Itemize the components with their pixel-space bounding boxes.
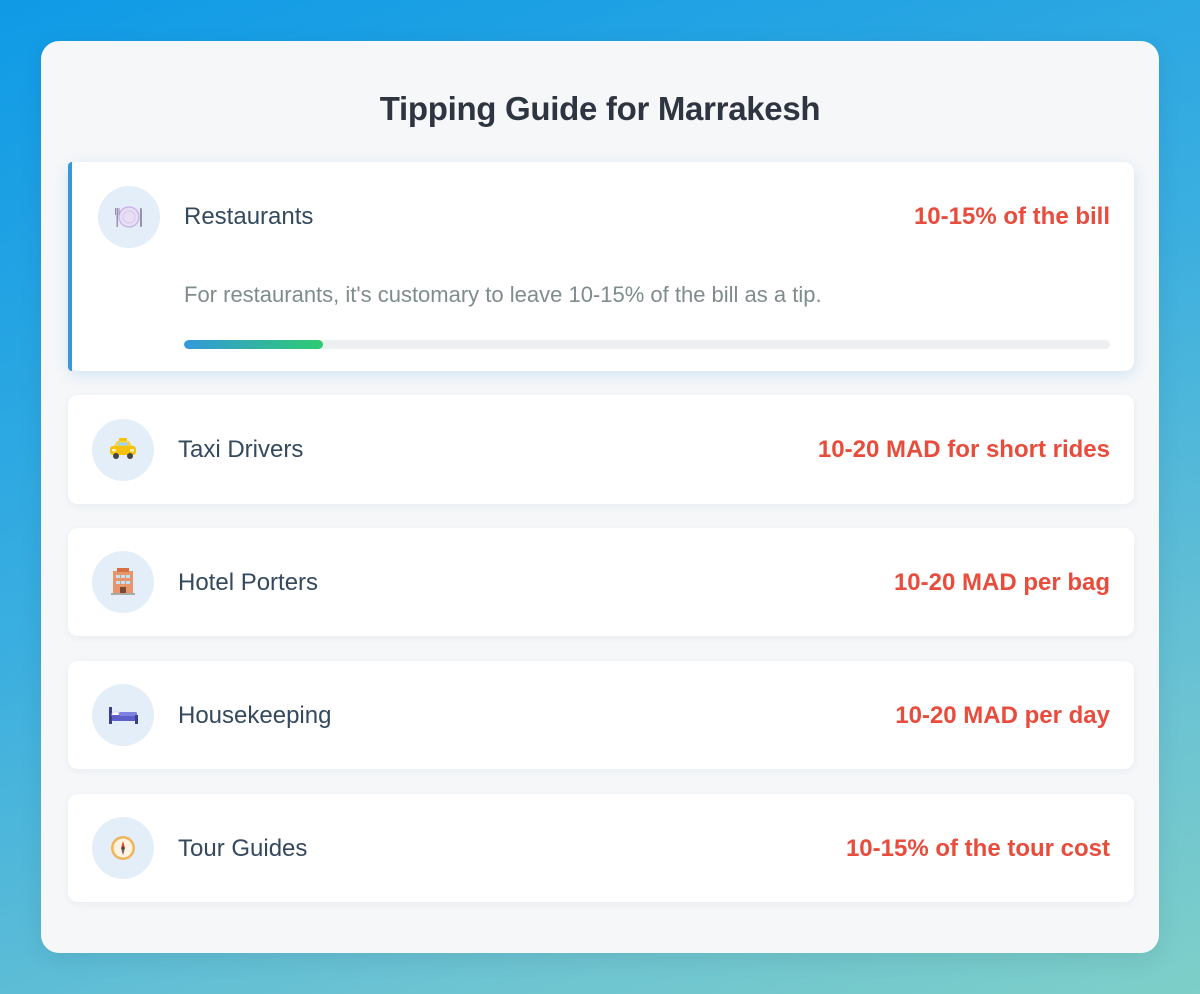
plate-utensils-icon [98, 186, 160, 248]
tip-card-label: Tour Guides [178, 835, 308, 862]
tip-card-restaurants[interactable]: Restaurants 10-15% of the bill For resta… [68, 162, 1134, 371]
tip-progress-fill [184, 340, 323, 349]
tip-card-housekeeping[interactable]: Housekeeping 10-20 MAD per day [68, 661, 1134, 769]
tip-card-label: Housekeeping [178, 702, 332, 729]
tip-amount: 10-20 MAD for short rides [817, 436, 1110, 463]
tip-card-tour-guides[interactable]: Tour Guides 10-15% of the tour cost [68, 794, 1134, 902]
tip-card-hotel-porters[interactable]: Hotel Porters 10-20 MAD per bag [68, 528, 1134, 636]
tip-progress-bar [184, 340, 1110, 349]
hotel-icon [92, 551, 154, 613]
tip-card-label: Hotel Porters [178, 569, 319, 596]
tip-amount: 10-20 MAD per bag [893, 569, 1110, 596]
bed-icon [92, 684, 154, 746]
tip-card-label: Taxi Drivers [178, 436, 304, 463]
taxi-icon [92, 419, 154, 481]
tip-card-taxi-drivers[interactable]: Taxi Drivers 10-20 MAD for short rides [68, 395, 1134, 504]
page-title: Tipping Guide for Marrakesh [379, 90, 821, 127]
tip-amount: 10-15% of the bill [913, 203, 1110, 230]
tip-description: For restaurants, it's customary to leave… [184, 282, 822, 307]
tip-amount: 10-20 MAD per day [895, 702, 1110, 729]
compass-icon [92, 817, 154, 879]
tip-card-label: Restaurants [184, 203, 314, 230]
tip-amount: 10-15% of the tour cost [845, 835, 1110, 862]
